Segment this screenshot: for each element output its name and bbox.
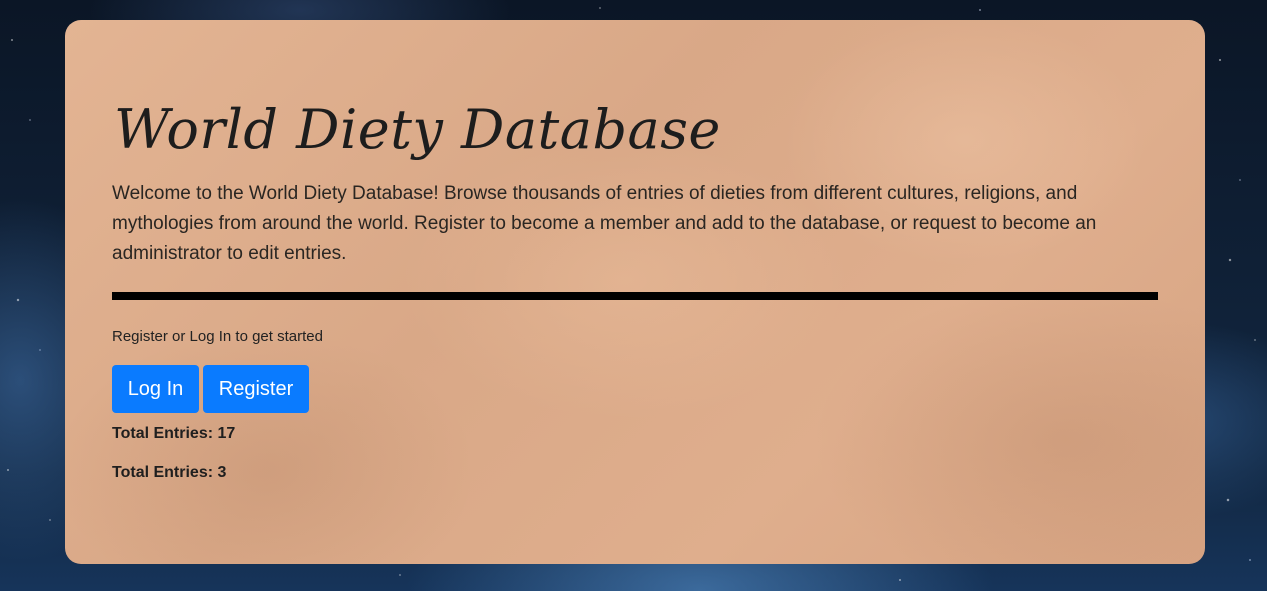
register-button[interactable]: Register — [203, 365, 309, 413]
login-button[interactable]: Log In — [112, 365, 199, 413]
page-title: World Diety Database — [114, 98, 721, 161]
total-entries-count: Total Entries: 3 — [112, 464, 227, 481]
total-entries-count: Total Entries: 17 — [112, 425, 236, 442]
auth-prompt: Register or Log In to get started — [112, 328, 323, 345]
section-divider — [112, 292, 1158, 300]
intro-paragraph: Welcome to the World Diety Database! Bro… — [112, 183, 1097, 264]
main-card: World Diety Database Welcome to the Worl… — [65, 20, 1205, 564]
